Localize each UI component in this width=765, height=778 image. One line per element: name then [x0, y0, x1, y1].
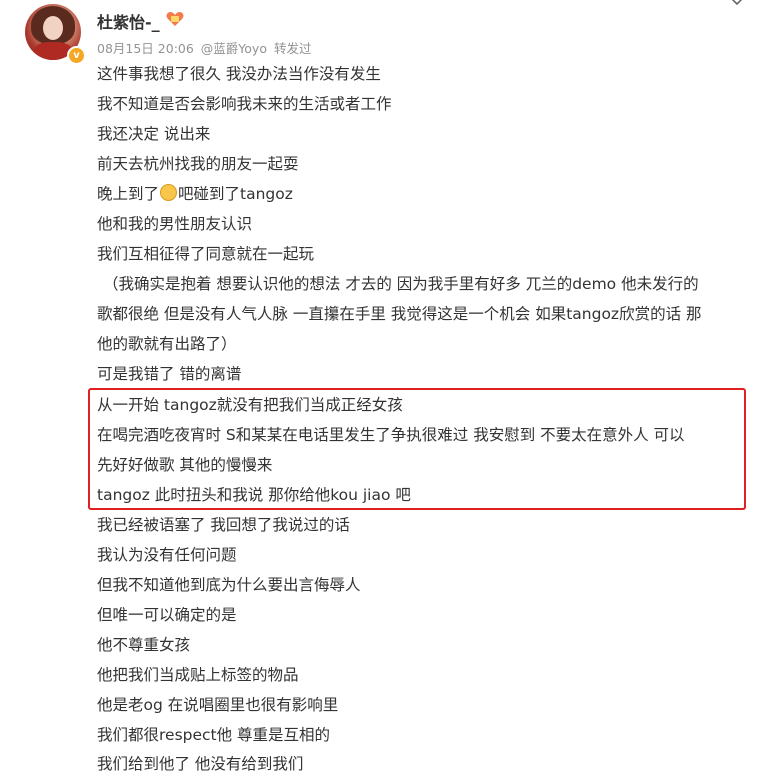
post-line: 这件事我想了很久 我没办法当作没有发生	[97, 65, 381, 83]
post-line: 晚上到了 吧碰到了tangoz	[97, 182, 293, 204]
author-name[interactable]: 杜紫怡-_	[97, 9, 160, 33]
post-line: 在喝完酒吃夜宵时 S和某某在电话里发生了争执很难过 我安慰到 不要太在意外人 可…	[97, 426, 685, 444]
post-line: 我已经被语塞了 我回想了我说过的话	[97, 516, 350, 534]
post-line: 我们给到他了 他没有给到我们	[97, 755, 304, 773]
post-line-part: 晚上到了	[97, 185, 160, 203]
post-line: 他和我的男性朋友认识	[97, 215, 253, 233]
post-line: 先好好做歌 其他的慢慢来	[97, 456, 273, 474]
post-line: 他是老og 在说唱圈里也很有影响里	[97, 696, 339, 714]
post-line: 但唯一可以确定的是	[97, 606, 237, 624]
post-line: 从一开始 tangoz就没有把我们当成正经女孩	[97, 396, 403, 414]
avatar-face	[43, 16, 63, 40]
post-line: 他把我们当成贴上标签的物品	[97, 666, 299, 684]
post-date[interactable]: 08月15日 20:06	[97, 41, 194, 56]
post-line: 歌都很绝 但是没有人气人脉 一直攥在手里 我觉得这是一个机会 如果tangoz欣…	[97, 305, 702, 323]
via-action: 转发过	[273, 41, 312, 56]
post-line: 可是我错了 错的离谱	[97, 365, 242, 383]
post-line: 我们都很respect他 尊重是互相的	[97, 726, 331, 744]
post-line: 我还决定 说出来	[97, 125, 211, 143]
post-line: 他不尊重女孩	[97, 636, 191, 654]
bar-emoji-icon	[160, 184, 178, 201]
post-line: 但我不知道他到底为什么要出言侮辱人	[97, 576, 361, 594]
post-line: 他的歌就有出路了）	[97, 335, 237, 353]
post-line: （我确实是抱着 想要认识他的想法 才去的 因为我手里有好多 兀兰的demo 他未…	[103, 275, 699, 293]
verified-badge-icon: v	[67, 46, 86, 65]
post-line: 我们互相征得了同意就在一起玩	[97, 245, 315, 263]
chevron-down-icon[interactable]	[728, 0, 746, 10]
post-line: 前天去杭州找我的朋友一起耍	[97, 155, 299, 173]
fan-badge-icon	[166, 12, 184, 26]
post-line: tangoz 此时扭头和我说 那你给他kou jiao 吧	[97, 486, 411, 504]
post-line: 我认为没有任何问题	[97, 546, 237, 564]
post-meta: 08月15日 20:06 @蓝爵Yoyo 转发过	[97, 38, 314, 57]
post-line: 我不知道是否会影响我未来的生活或者工作	[97, 95, 392, 113]
post-line-part: 吧碰到了tangoz	[178, 185, 293, 203]
via-user[interactable]: @蓝爵Yoyo	[201, 41, 267, 56]
